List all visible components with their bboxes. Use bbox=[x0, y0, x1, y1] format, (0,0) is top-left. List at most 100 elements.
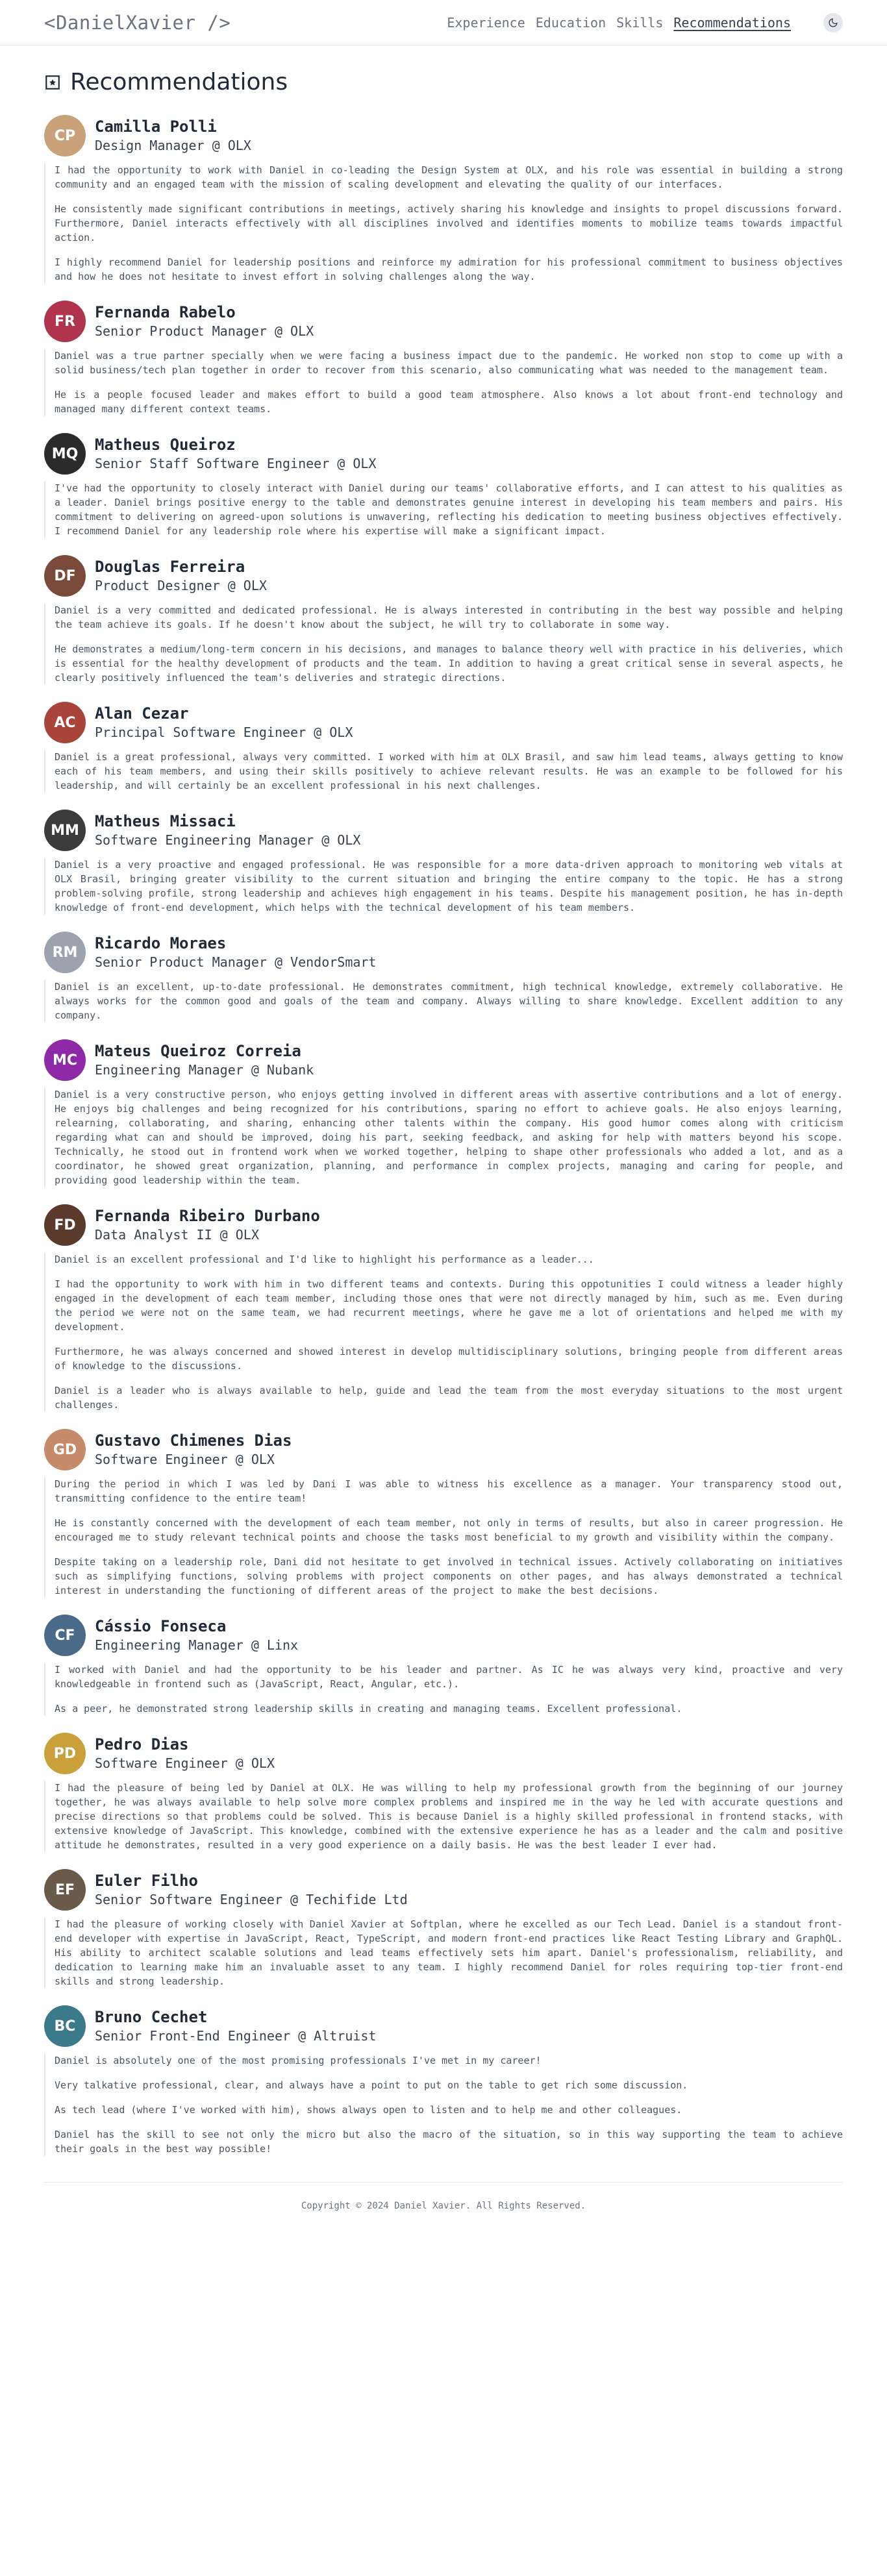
recommender-info: Matheus Queiroz Senior Staff Software Eng… bbox=[95, 435, 376, 473]
recommendation-header: FD Fernanda Ribeiro Durbano Data Analyst I… bbox=[44, 1204, 843, 1246]
recommender-name: Pedro Dias bbox=[95, 1735, 189, 1753]
recommendation-paragraph: Daniel is a very constructive person, wh… bbox=[55, 1089, 843, 1186]
recommendation-paragraph: Daniel is a great professional, always v… bbox=[55, 751, 843, 791]
recommendation-card: CP Camilla Polli Design Manager @ OLX I had… bbox=[44, 115, 843, 284]
recommendation-text: I had the pleasure of working closely wi… bbox=[44, 1917, 843, 1988]
avatar: EF bbox=[44, 1869, 86, 1911]
avatar: AC bbox=[44, 702, 86, 743]
recommender-name: Bruno Cechet bbox=[95, 2008, 208, 2026]
recommender-name: Camilla Polli bbox=[95, 118, 217, 136]
recommendation-card: CF Cássio Fonseca Engineering Manager @ Li… bbox=[44, 1615, 843, 1716]
section-title: Recommendations bbox=[70, 69, 288, 95]
avatar: GD bbox=[44, 1429, 86, 1470]
recommendation-paragraph: As tech lead (where I've worked with him… bbox=[55, 2104, 682, 2116]
recommendation-text: Daniel is an excellent professional and … bbox=[44, 1252, 843, 1412]
recommendation-paragraph: I worked with Daniel and had the opportu… bbox=[55, 1664, 843, 1690]
recommendation-text: I worked with Daniel and had the opportu… bbox=[44, 1663, 843, 1716]
avatar: MC bbox=[44, 1039, 86, 1081]
recommender-role: Data Analyst II @ OLX bbox=[95, 1227, 259, 1243]
recommendations-list: CP Camilla Polli Design Manager @ OLX I had… bbox=[44, 115, 843, 2156]
recommendation-paragraph: He is constantly concerned with the deve… bbox=[55, 1517, 843, 1543]
avatar: FD bbox=[44, 1204, 86, 1246]
recommendation-paragraph: Daniel is a leader who is always availab… bbox=[55, 1385, 843, 1411]
recommendation-card: EF Euler Filho Senior Software Engineer @ … bbox=[44, 1869, 843, 1988]
recommendation-header: MM Matheus Missaci Software Engineering Ma… bbox=[44, 810, 843, 851]
site-logo[interactable]: <DanielXavier /> bbox=[44, 12, 231, 34]
recommender-name: Fernanda Rabelo bbox=[95, 303, 236, 321]
recommender-info: Pedro Dias Software Engineer @ OLX bbox=[95, 1735, 275, 1772]
theme-toggle-button[interactable] bbox=[823, 12, 843, 32]
recommendation-text: During the period in which I was led by … bbox=[44, 1477, 843, 1598]
recommendation-paragraph: Daniel is a very committed and dedicated… bbox=[55, 604, 843, 630]
recommendation-header: PD Pedro Dias Software Engineer @ OLX bbox=[44, 1733, 843, 1774]
recommendation-paragraph: Daniel is an excellent, up-to-date profe… bbox=[55, 981, 843, 1021]
recommendation-text: Daniel was a true partner specially when… bbox=[44, 349, 843, 416]
recommender-name: Euler Filho bbox=[95, 1872, 198, 1890]
recommender-info: Douglas Ferreira Product Designer @ OLX bbox=[95, 557, 267, 595]
recommender-role: Senior Front-End Engineer @ Altruist bbox=[95, 2028, 377, 2044]
avatar: CP bbox=[44, 115, 86, 156]
avatar: PD bbox=[44, 1733, 86, 1774]
recommender-name: Ricardo Moraes bbox=[95, 934, 227, 952]
recommender-name: Gustavo Chimenes Dias bbox=[95, 1431, 292, 1450]
recommender-info: Ricardo Moraes Senior Product Manager @ V… bbox=[95, 934, 376, 971]
recommendation-card: MM Matheus Missaci Software Engineering Ma… bbox=[44, 810, 843, 915]
recommender-role: Senior Software Engineer @ Techifide Ltd bbox=[95, 1892, 408, 1907]
recommendation-header: AC Alan Cezar Principal Software Engineer … bbox=[44, 702, 843, 743]
recommendation-text: Daniel is absolutely one of the most pro… bbox=[44, 2053, 843, 2156]
recommender-info: Mateus Queiroz Correia Engineering Manage… bbox=[95, 1041, 314, 1079]
recommender-info: Fernanda Rabelo Senior Product Manager @ … bbox=[95, 303, 314, 340]
avatar: MQ bbox=[44, 433, 86, 475]
nav-education[interactable]: Education bbox=[536, 15, 606, 31]
recommendation-header: MC Mateus Queiroz Correia Engineering Mana… bbox=[44, 1039, 843, 1081]
recommendation-header: DF Douglas Ferreira Product Designer @ OLX bbox=[44, 555, 843, 597]
recommender-role: Engineering Manager @ Nubank bbox=[95, 1062, 314, 1078]
recommendation-paragraph: During the period in which I was led by … bbox=[55, 1478, 843, 1504]
recommendation-text: Daniel is an excellent, up-to-date profe… bbox=[44, 980, 843, 1022]
recommendation-text: I had the opportunity to work with Danie… bbox=[44, 163, 843, 284]
main-content: Recommendations CP Camilla Polli Design Ma… bbox=[0, 45, 887, 2156]
recommendation-paragraph: Furthermore, he was always concerned and… bbox=[55, 1346, 843, 1372]
main-nav: Experience Education Skills Recommendati… bbox=[447, 12, 843, 32]
recommender-name: Matheus Missaci bbox=[95, 812, 236, 830]
section-header: Recommendations bbox=[44, 69, 843, 95]
recommendation-paragraph: I had the opportunity to work with Danie… bbox=[55, 164, 843, 190]
avatar: BC bbox=[44, 2005, 86, 2047]
recommendation-paragraph: Very talkative professional, clear, and … bbox=[55, 2079, 688, 2091]
recommendation-header: CF Cássio Fonseca Engineering Manager @ Li… bbox=[44, 1615, 843, 1656]
moon-icon bbox=[829, 18, 838, 27]
avatar: DF bbox=[44, 555, 86, 597]
recommendation-header: RM Ricardo Moraes Senior Product Manager @… bbox=[44, 932, 843, 973]
recommendation-paragraph: Daniel has the skill to see not only the… bbox=[55, 2129, 843, 2155]
recommender-name: Douglas Ferreira bbox=[95, 558, 245, 576]
recommendation-header: FR Fernanda Rabelo Senior Product Manager … bbox=[44, 301, 843, 342]
recommender-info: Euler Filho Senior Software Engineer @ Te… bbox=[95, 1871, 408, 1909]
recommendation-paragraph: I had the opportunity to work with him i… bbox=[55, 1278, 843, 1333]
nav-skills[interactable]: Skills bbox=[616, 15, 663, 31]
recommender-name: Alan Cezar bbox=[95, 704, 189, 723]
recommender-info: Matheus Missaci Software Engineering Mana… bbox=[95, 811, 360, 849]
recommendation-header: CP Camilla Polli Design Manager @ OLX bbox=[44, 115, 843, 156]
recommendation-paragraph: I had the pleasure of working closely wi… bbox=[55, 1918, 843, 1987]
recommendation-card: AC Alan Cezar Principal Software Engineer … bbox=[44, 702, 843, 793]
recommendation-card: FD Fernanda Ribeiro Durbano Data Analyst I… bbox=[44, 1204, 843, 1412]
avatar: FR bbox=[44, 301, 86, 342]
recommendation-paragraph: He demonstrates a medium/long-term conce… bbox=[55, 643, 843, 684]
recommendation-paragraph: I had the pleasure of being led by Danie… bbox=[55, 1782, 843, 1851]
avatar: CF bbox=[44, 1615, 86, 1656]
recommendation-paragraph: He is a people focused leader and makes … bbox=[55, 389, 843, 415]
avatar: RM bbox=[44, 932, 86, 973]
recommender-info: Camilla Polli Design Manager @ OLX bbox=[95, 117, 251, 155]
recommender-role: Principal Software Engineer @ OLX bbox=[95, 724, 353, 740]
nav-recommendations[interactable]: Recommendations bbox=[673, 15, 791, 31]
recommendation-card: GD Gustavo Chimenes Dias Software Engineer… bbox=[44, 1429, 843, 1598]
recommendation-paragraph: Despite taking on a leadership role, Dan… bbox=[55, 1556, 843, 1596]
recommender-role: Software Engineer @ OLX bbox=[95, 1755, 275, 1771]
nav-experience[interactable]: Experience bbox=[447, 15, 525, 31]
recommendation-text: Daniel is a very proactive and engaged p… bbox=[44, 858, 843, 915]
recommender-role: Product Designer @ OLX bbox=[95, 578, 267, 593]
recommendation-paragraph: Daniel is absolutely one of the most pro… bbox=[55, 2055, 542, 2066]
recommendation-text: I've had the opportunity to closely inte… bbox=[44, 481, 843, 538]
recommendation-paragraph: As a peer, he demonstrated strong leader… bbox=[55, 1703, 682, 1715]
recommendation-text: I had the pleasure of being led by Danie… bbox=[44, 1781, 843, 1852]
